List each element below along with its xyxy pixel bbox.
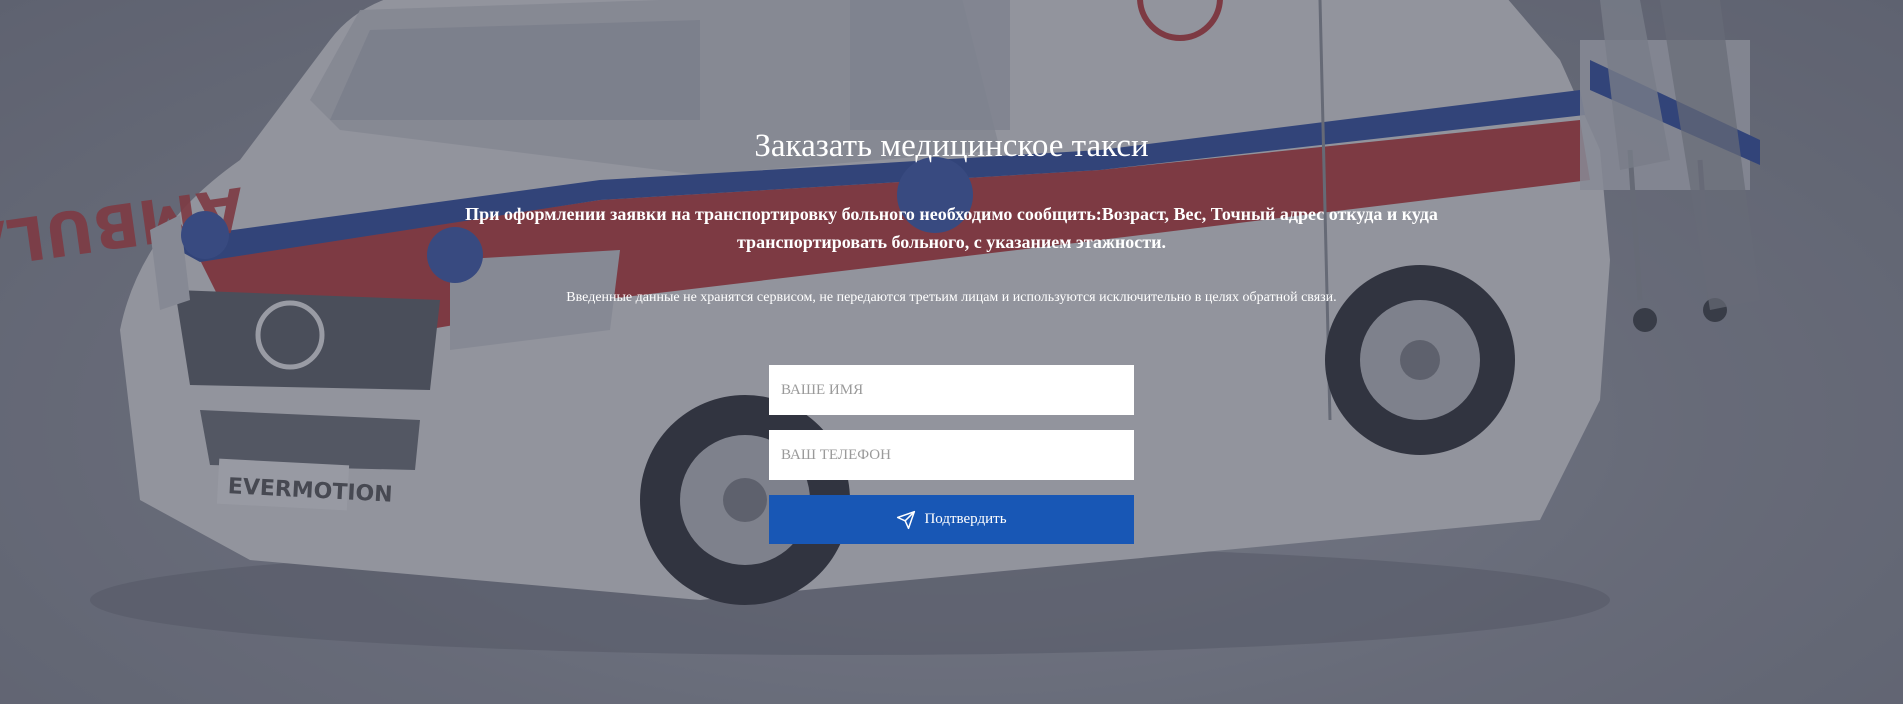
submit-label: Подтвердить bbox=[924, 511, 1007, 527]
paper-plane-icon bbox=[896, 510, 916, 530]
order-form: Подтвердить bbox=[769, 365, 1134, 544]
page-title: Заказать медицинское такси bbox=[754, 128, 1149, 164]
submit-button[interactable]: Подтвердить bbox=[769, 495, 1134, 544]
phone-input[interactable] bbox=[769, 430, 1134, 480]
page-subtitle: При оформлении заявки на транспортировку… bbox=[465, 204, 1438, 252]
name-input[interactable] bbox=[769, 365, 1134, 415]
privacy-note: Введенные данные не хранятся сервисом, н… bbox=[566, 290, 1337, 305]
order-section: Заказать медицинское такси При оформлени… bbox=[0, 0, 1903, 704]
